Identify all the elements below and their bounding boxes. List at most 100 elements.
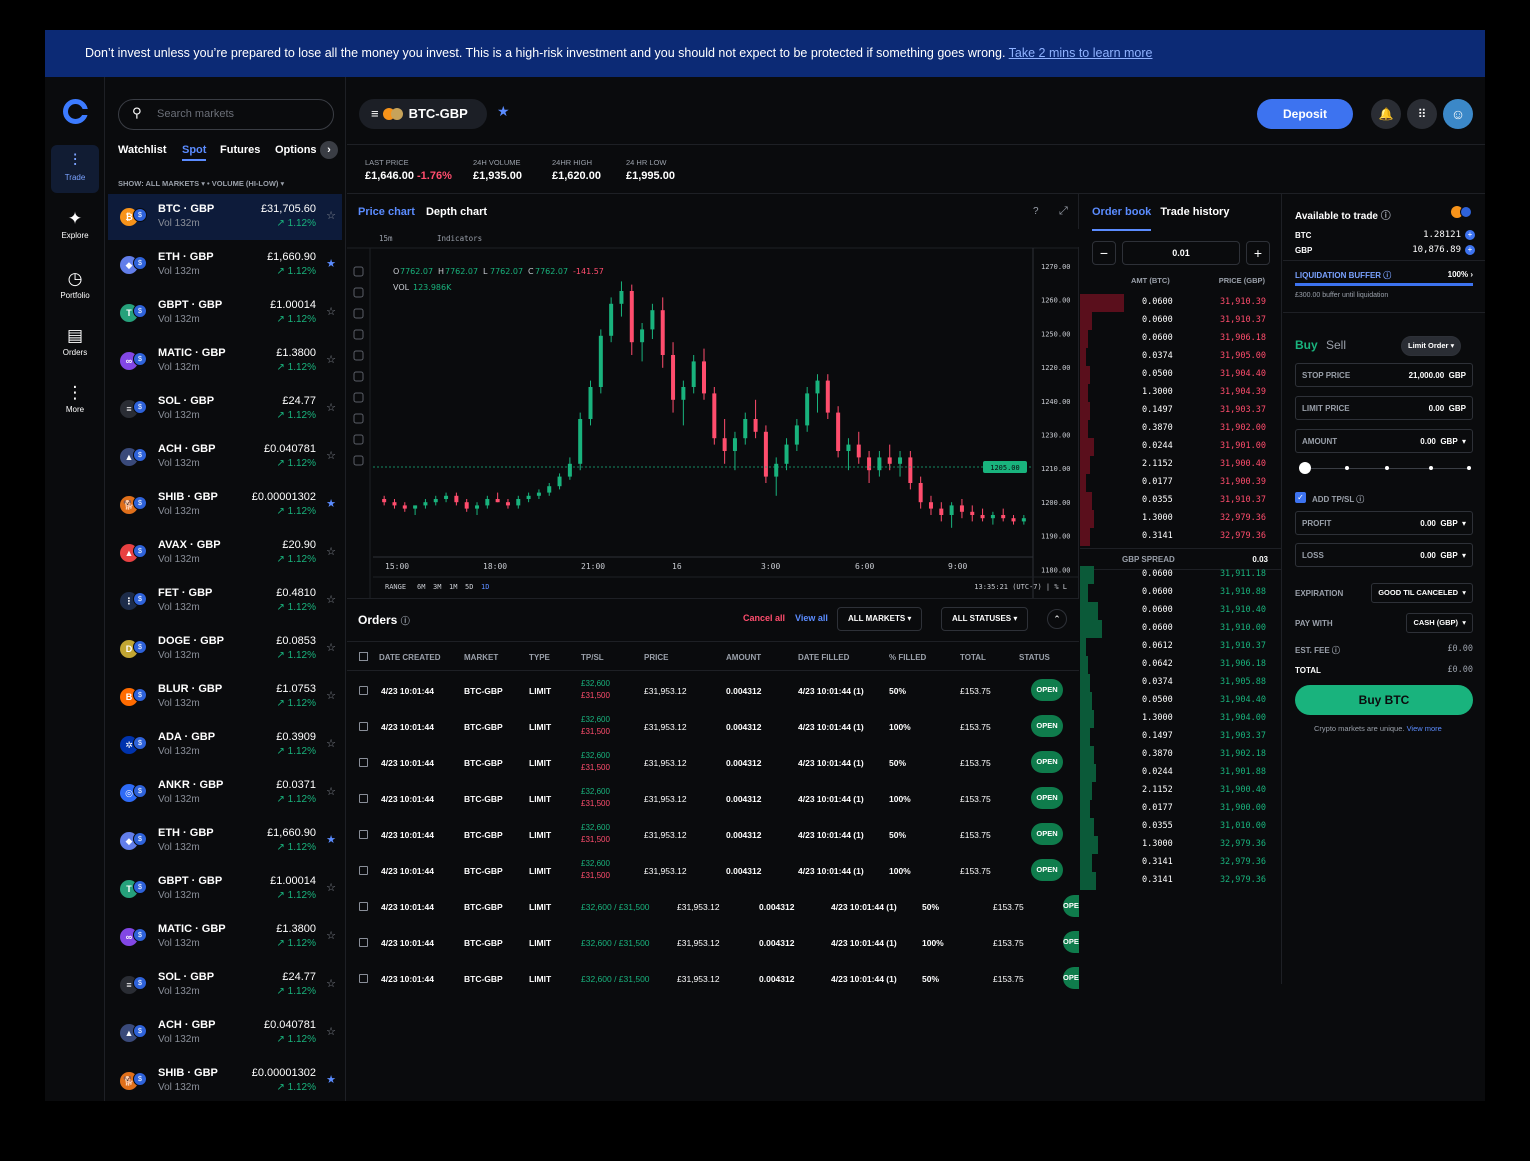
apps-button[interactable]: ⠿ bbox=[1407, 99, 1437, 129]
nav-more[interactable]: ⋮ More bbox=[51, 377, 99, 425]
candle-body[interactable] bbox=[557, 476, 562, 487]
candle-body[interactable] bbox=[547, 486, 552, 493]
col-price[interactable]: PRICE bbox=[644, 653, 668, 662]
bid-row[interactable]: 0.0600 31,910.40 bbox=[1080, 602, 1282, 620]
star-icon[interactable]: ☆ bbox=[326, 305, 336, 318]
search-input[interactable]: Search markets bbox=[118, 99, 334, 130]
range-button[interactable]: 6M bbox=[417, 583, 425, 591]
bid-row[interactable]: 0.0642 31,906.18 bbox=[1080, 656, 1282, 674]
select-all-checkbox[interactable] bbox=[359, 652, 368, 661]
candle-body[interactable] bbox=[650, 310, 655, 330]
zoom-icon[interactable] bbox=[353, 371, 364, 382]
star-icon[interactable]: ★ bbox=[326, 257, 336, 270]
market-row[interactable]: ◎ $ ANKR · GBP Vol 132m £0.0371 ↗ 1.12% ☆ bbox=[108, 770, 342, 816]
market-row[interactable]: 🐕 $ SHIB · GBP Vol 132m £0.00001302 ↗ 1.12% ★ bbox=[108, 482, 342, 528]
tab-price-chart[interactable]: Price chart bbox=[358, 206, 415, 218]
star-icon[interactable]: ☆ bbox=[326, 593, 336, 606]
plus-button[interactable]: + bbox=[1246, 241, 1270, 265]
status-badge[interactable]: OPEN bbox=[1031, 787, 1063, 809]
range-button[interactable]: 1D bbox=[481, 583, 489, 591]
chevron-right-icon[interactable]: › bbox=[320, 141, 338, 159]
candle-body[interactable] bbox=[660, 310, 665, 355]
crosshair-icon[interactable] bbox=[353, 266, 364, 277]
interval-select[interactable]: 15m bbox=[379, 234, 393, 243]
status-badge[interactable]: OPEN bbox=[1063, 967, 1079, 989]
tab-trade-history[interactable]: Trade history bbox=[1160, 206, 1229, 218]
ask-row[interactable]: 0.0600 31,910.39 bbox=[1080, 294, 1282, 312]
candle-body[interactable] bbox=[825, 380, 830, 413]
ask-row[interactable]: 0.0355 31,910.37 bbox=[1080, 492, 1282, 510]
status-badge[interactable]: OPEN bbox=[1031, 859, 1063, 881]
nav-explore[interactable]: ✦ Explore bbox=[51, 203, 99, 251]
star-icon[interactable]: ☆ bbox=[326, 353, 336, 366]
bid-row[interactable]: 2.1152 31,900.40 bbox=[1080, 782, 1282, 800]
favorite-star-icon[interactable]: ★ bbox=[497, 103, 510, 120]
candle-body[interactable] bbox=[794, 425, 799, 445]
candle-body[interactable] bbox=[887, 457, 892, 464]
buy-btc-button[interactable]: Buy BTC bbox=[1295, 685, 1473, 715]
buy-tab[interactable]: Buy bbox=[1295, 338, 1318, 352]
candle-body[interactable] bbox=[433, 499, 438, 503]
star-icon[interactable]: ☆ bbox=[326, 545, 336, 558]
candle-body[interactable] bbox=[413, 505, 418, 509]
row-checkbox[interactable] bbox=[359, 830, 368, 839]
candle-body[interactable] bbox=[619, 291, 624, 304]
candle-body[interactable] bbox=[949, 505, 954, 515]
order-type-select[interactable]: Limit Order ▾ bbox=[1401, 336, 1462, 356]
candle-body[interactable] bbox=[908, 457, 913, 483]
sell-tab[interactable]: Sell bbox=[1326, 338, 1346, 352]
step-value[interactable]: 0.01 bbox=[1122, 241, 1240, 265]
candle-body[interactable] bbox=[702, 361, 706, 394]
candle-body[interactable] bbox=[815, 380, 820, 394]
candle-body[interactable] bbox=[784, 444, 789, 464]
tab-order-book[interactable]: Order book bbox=[1092, 206, 1152, 231]
candle-body[interactable] bbox=[681, 387, 686, 400]
star-icon[interactable]: ★ bbox=[326, 497, 336, 510]
candle-body[interactable] bbox=[959, 505, 964, 512]
candle-body[interactable] bbox=[836, 412, 841, 451]
nav-orders[interactable]: ▤ Orders bbox=[51, 320, 99, 368]
indicators-button[interactable]: Indicators bbox=[437, 234, 482, 243]
order-row[interactable]: 4/23 10:01:44 BTC-GBP LIMIT £32,600 £31,500 £… bbox=[347, 852, 1079, 888]
candle-body[interactable] bbox=[640, 329, 645, 343]
market-row[interactable]: ◆ $ ETH · GBP Vol 132m £1,660.90 ↗ 1.12% ★ bbox=[108, 818, 342, 864]
amount-slider[interactable] bbox=[1299, 462, 1471, 474]
candle-body[interactable] bbox=[877, 457, 882, 471]
market-row[interactable]: ◆ $ ETH · GBP Vol 132m £1,660.90 ↗ 1.12% ★ bbox=[108, 242, 342, 288]
expand-icon[interactable]: ⤢ bbox=[1059, 205, 1068, 218]
deposit-button[interactable]: Deposit bbox=[1257, 99, 1353, 129]
star-icon[interactable]: ☆ bbox=[326, 641, 336, 654]
col-filled[interactable]: % FILLED bbox=[889, 653, 926, 662]
ask-row[interactable]: 0.3141 32,979.36 bbox=[1080, 528, 1282, 546]
bid-row[interactable]: 0.0177 31,900.00 bbox=[1080, 800, 1282, 818]
col-tpsl[interactable]: TP/SL bbox=[581, 653, 604, 662]
col-date-filled[interactable]: DATE FILLED bbox=[798, 653, 849, 662]
loss-field[interactable]: LOSS 0.00 GBP ▾ bbox=[1295, 543, 1473, 567]
candle-body[interactable] bbox=[763, 431, 768, 477]
row-checkbox[interactable] bbox=[359, 686, 368, 695]
lock-icon[interactable] bbox=[353, 413, 364, 424]
candle-body[interactable] bbox=[805, 393, 810, 426]
bid-row[interactable]: 0.0500 31,904.40 bbox=[1080, 692, 1282, 710]
trash-icon[interactable] bbox=[353, 455, 364, 466]
range-button[interactable]: 3M bbox=[433, 583, 441, 591]
ask-row[interactable]: 0.0600 31,906.18 bbox=[1080, 330, 1282, 348]
brush-icon[interactable] bbox=[353, 308, 364, 319]
bid-row[interactable]: 0.1497 31,903.37 bbox=[1080, 728, 1282, 746]
ask-row[interactable]: 0.1497 31,903.37 bbox=[1080, 402, 1282, 420]
bid-row[interactable]: 0.0244 31,901.88 bbox=[1080, 764, 1282, 782]
tpsl-checkbox[interactable]: ✓ bbox=[1295, 492, 1306, 503]
candle-body[interactable] bbox=[526, 495, 531, 499]
candle-body[interactable] bbox=[423, 502, 428, 506]
ask-row[interactable]: 0.0500 31,904.40 bbox=[1080, 366, 1282, 384]
liquidation-value[interactable]: 100% › bbox=[1448, 270, 1473, 279]
col-total[interactable]: TOTAL bbox=[960, 653, 986, 662]
star-icon[interactable]: ☆ bbox=[326, 737, 336, 750]
bid-row[interactable]: 0.3870 31,902.18 bbox=[1080, 746, 1282, 764]
market-row[interactable]: ▲ $ ACH · GBP Vol 132m £0.040781 ↗ 1.12% ☆ bbox=[108, 1010, 342, 1056]
star-icon[interactable]: ★ bbox=[326, 833, 336, 846]
tab-spot[interactable]: Spot bbox=[182, 141, 207, 161]
bid-row[interactable]: 0.3141 32,979.36 bbox=[1080, 872, 1282, 890]
candle-body[interactable] bbox=[939, 508, 944, 515]
star-icon[interactable]: ☆ bbox=[326, 401, 336, 414]
